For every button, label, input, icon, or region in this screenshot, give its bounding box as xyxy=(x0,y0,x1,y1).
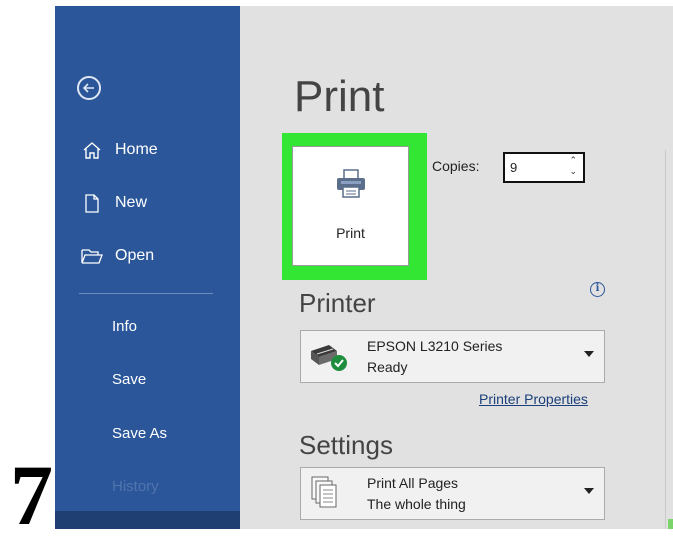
sidebar-item-label: New xyxy=(115,194,148,211)
copies-label: Copies: xyxy=(432,158,480,174)
corner-accent xyxy=(668,519,673,529)
copies-spinner[interactable]: 9 ⌃ ⌄ xyxy=(503,152,585,183)
sidebar-item-history[interactable]: History xyxy=(112,478,159,495)
sidebar-divider xyxy=(79,293,213,294)
printer-heading: Printer xyxy=(299,288,376,318)
sidebar-item-label: Open xyxy=(115,247,155,264)
back-arrow-icon[interactable] xyxy=(77,76,101,100)
info-icon[interactable]: i xyxy=(590,282,605,297)
copies-value: 9 xyxy=(510,160,518,175)
printer-name: EPSON L3210 Series xyxy=(367,338,503,354)
sidebar-bottom-strip xyxy=(55,511,240,529)
print-button[interactable]: Print xyxy=(292,146,409,266)
backstage-sidebar: Home New Open Info Save Save As History xyxy=(55,6,240,529)
sidebar-item-home[interactable]: Home xyxy=(81,137,158,163)
page-title: Print xyxy=(294,72,385,121)
printer-ready-icon xyxy=(307,341,349,378)
spinner-arrows-icon[interactable]: ⌃ ⌄ xyxy=(569,155,577,177)
sidebar-item-info[interactable]: Info xyxy=(112,318,137,335)
sidebar-item-label: Home xyxy=(115,141,158,158)
print-button-label: Print xyxy=(336,225,365,241)
folder-open-icon xyxy=(81,246,103,266)
printer-properties-link[interactable]: Printer Properties xyxy=(479,391,588,407)
home-icon xyxy=(81,140,103,160)
printer-status: Ready xyxy=(367,359,408,375)
sidebar-item-save[interactable]: Save xyxy=(112,371,146,388)
pages-dropdown[interactable]: Print All Pages The whole thing xyxy=(300,467,605,520)
pages-icon xyxy=(311,476,337,515)
panel-scroll-edge xyxy=(665,150,666,529)
printer-icon xyxy=(335,169,367,204)
step-number: 7 xyxy=(10,447,53,543)
sidebar-item-save-as[interactable]: Save As xyxy=(112,425,167,442)
printer-dropdown[interactable]: EPSON L3210 Series Ready xyxy=(300,330,605,383)
chevron-down-icon xyxy=(584,351,594,357)
sidebar-item-new[interactable]: New xyxy=(81,190,147,216)
settings-heading: Settings xyxy=(299,430,393,460)
pages-option: Print All Pages xyxy=(367,475,459,491)
chevron-down-icon xyxy=(584,488,594,494)
new-document-icon xyxy=(81,193,103,213)
sidebar-item-open[interactable]: Open xyxy=(81,243,154,269)
pages-option-sub: The whole thing xyxy=(367,496,466,512)
